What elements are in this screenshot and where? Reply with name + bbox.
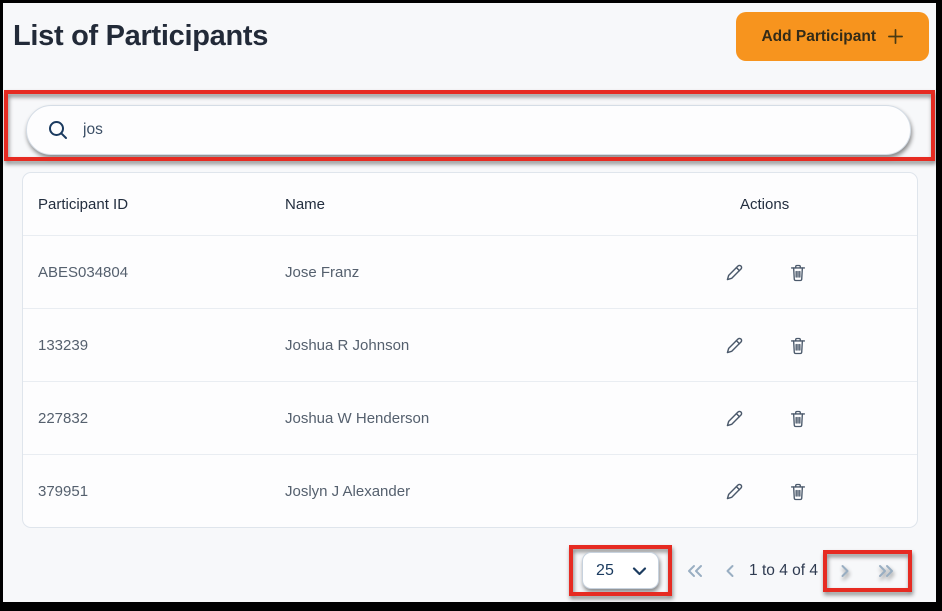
chevron-right-icon: [840, 564, 850, 578]
page-header: List of Participants Add Participant: [3, 3, 936, 61]
table-row: ABES034804 Jose Franz: [23, 235, 917, 308]
search-input[interactable]: [83, 121, 892, 139]
column-header-participant-id: Participant ID: [38, 196, 285, 213]
page-size-select[interactable]: 25: [582, 552, 659, 589]
chevron-down-icon: [632, 566, 647, 576]
chevron-left-icon: [725, 564, 735, 578]
last-page-button[interactable]: [877, 564, 895, 578]
participant-name-cell: Joshua R Johnson: [285, 337, 693, 354]
add-participant-button[interactable]: Add Participant: [736, 12, 929, 61]
participant-id-cell: 227832: [38, 410, 285, 427]
table-row: 227832 Joshua W Henderson: [23, 381, 917, 454]
trash-icon: [788, 262, 808, 283]
actions-cell: [693, 481, 917, 502]
participant-name-cell: Joshua W Henderson: [285, 410, 693, 427]
actions-cell: [693, 408, 917, 429]
annotation-box-page-size: 25: [569, 545, 672, 596]
pencil-icon: [724, 481, 745, 502]
column-header-name: Name: [285, 196, 693, 213]
edit-button[interactable]: [724, 408, 745, 429]
search-icon: [46, 118, 70, 142]
double-chevron-right-icon: [877, 564, 895, 578]
double-chevron-left-icon: [686, 564, 704, 578]
actions-cell: [693, 335, 917, 356]
participant-name-cell: Jose Franz: [285, 264, 693, 281]
annotation-box-next-buttons: [823, 550, 912, 592]
pencil-icon: [724, 408, 745, 429]
first-page-button[interactable]: [686, 564, 704, 578]
table-row: 379951 Joslyn J Alexander: [23, 454, 917, 527]
participant-id-cell: ABES034804: [38, 264, 285, 281]
trash-icon: [788, 335, 808, 356]
annotation-box-search: [4, 90, 935, 161]
screen: List of Participants Add Participant Par…: [0, 0, 942, 611]
trash-icon: [788, 408, 808, 429]
table-header-row: Participant ID Name Actions: [23, 173, 917, 235]
delete-button[interactable]: [788, 481, 808, 502]
plus-icon: [887, 28, 904, 45]
participant-name-cell: Joslyn J Alexander: [285, 483, 693, 500]
participant-id-cell: 133239: [38, 337, 285, 354]
delete-button[interactable]: [788, 262, 808, 283]
search-bar: [26, 105, 911, 155]
actions-cell: [693, 262, 917, 283]
prev-page-button[interactable]: [725, 564, 735, 578]
add-participant-label: Add Participant: [761, 28, 876, 46]
column-header-actions: Actions: [693, 196, 917, 213]
page-title: List of Participants: [13, 20, 268, 53]
pagination: 25 1 to 4 of 4: [3, 545, 912, 596]
delete-button[interactable]: [788, 408, 808, 429]
pencil-icon: [724, 335, 745, 356]
page-size-value: 25: [596, 562, 614, 580]
pagination-range-label: 1 to 4 of 4: [749, 562, 818, 580]
edit-button[interactable]: [724, 335, 745, 356]
table-row: 133239 Joshua R Johnson: [23, 308, 917, 381]
participant-id-cell: 379951: [38, 483, 285, 500]
edit-button[interactable]: [724, 481, 745, 502]
trash-icon: [788, 481, 808, 502]
delete-button[interactable]: [788, 335, 808, 356]
pencil-icon: [724, 262, 745, 283]
edit-button[interactable]: [724, 262, 745, 283]
participants-table: Participant ID Name Actions ABES034804 J…: [22, 172, 918, 528]
next-page-button[interactable]: [840, 564, 850, 578]
